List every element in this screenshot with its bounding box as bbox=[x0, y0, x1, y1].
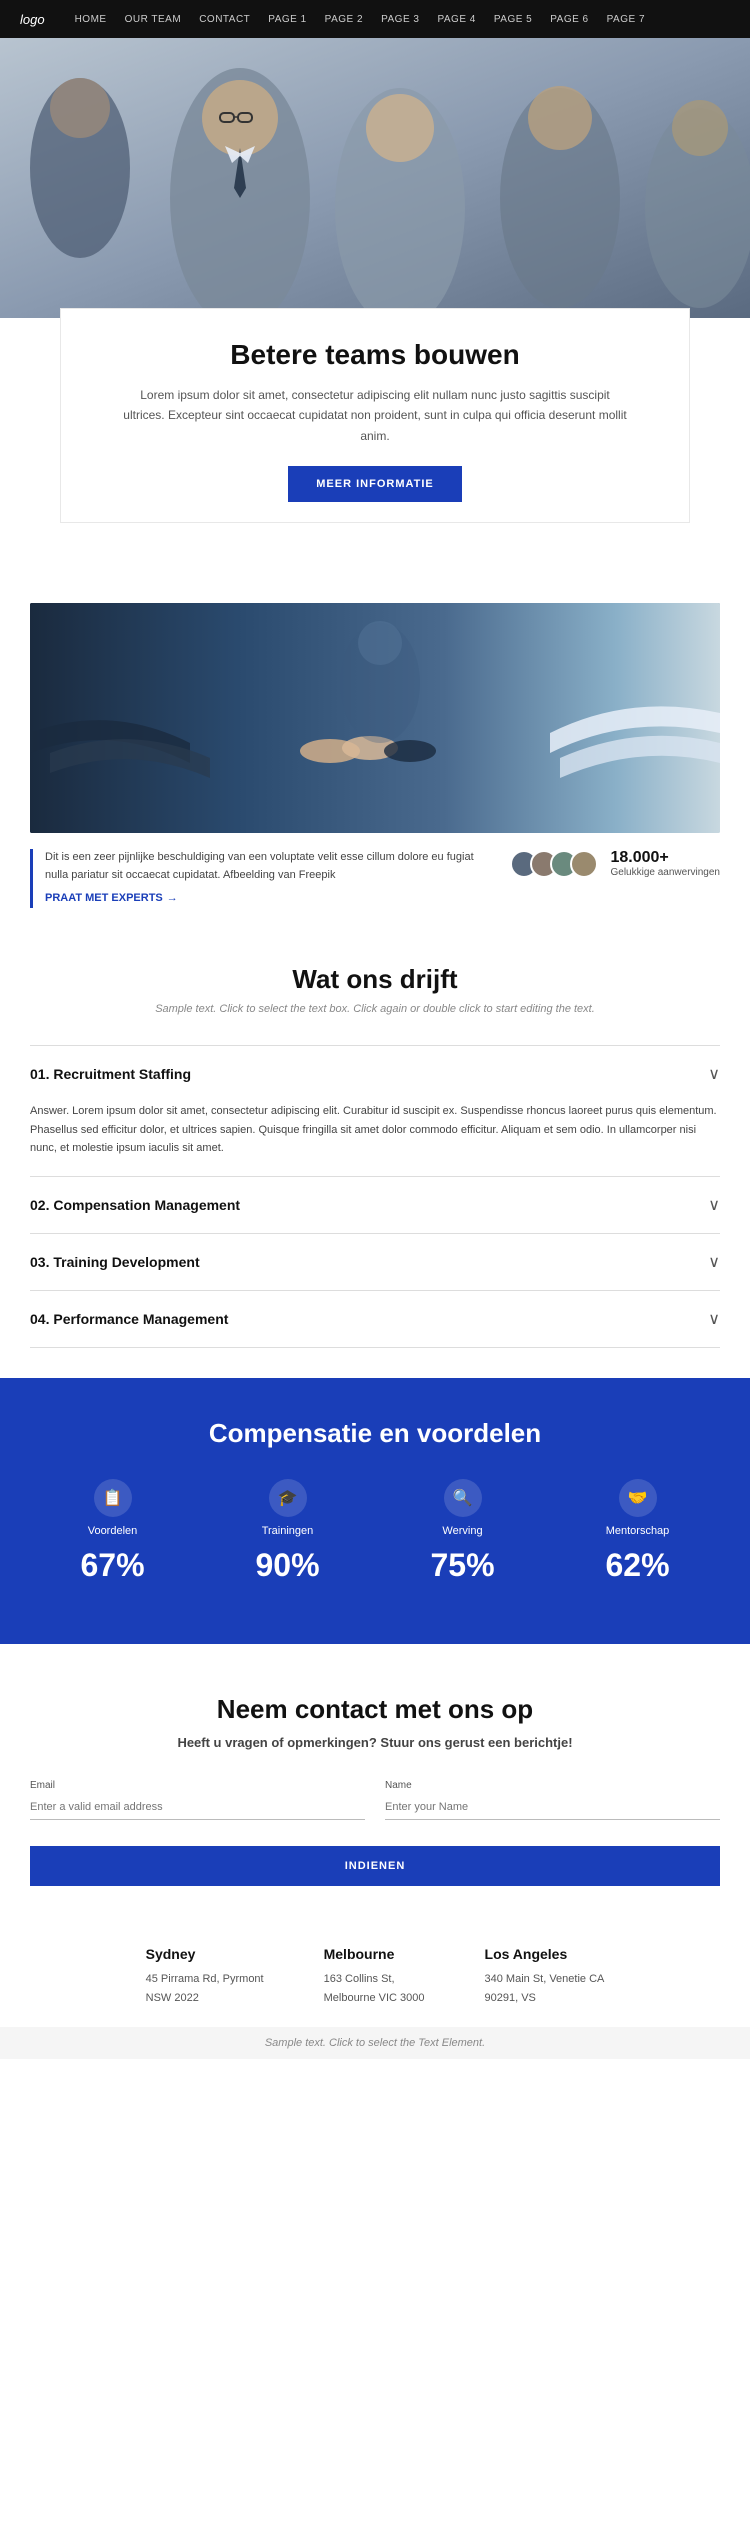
chevron-up-icon: ∨ bbox=[708, 1064, 720, 1084]
comp-icon-wrap-4: 🤝 bbox=[619, 1479, 657, 1517]
stats-row: Dit is een zeer pijnlijke beschuldiging … bbox=[0, 833, 750, 924]
comp-label-2: Trainingen bbox=[205, 1525, 370, 1537]
accordion-title-4: 04. Performance Management bbox=[30, 1311, 228, 1327]
accordion-item-1: 01. Recruitment Staffing ∨ Answer. Lorem… bbox=[30, 1045, 720, 1176]
team-image bbox=[30, 603, 720, 833]
office-city-melbourne: Melbourne bbox=[324, 1946, 425, 1962]
nav-page5[interactable]: PAGE 5 bbox=[494, 14, 532, 25]
contact-subtitle: Heeft u vragen of opmerkingen? Stuur ons… bbox=[30, 1735, 720, 1750]
meer-informatie-button[interactable]: MEER INFORMATIE bbox=[288, 466, 461, 502]
stats-right: 18.000+ Gelukkige aanwervingen bbox=[510, 849, 720, 878]
stats-text-block: Dit is een zeer pijnlijke beschuldiging … bbox=[30, 849, 490, 908]
nav-links: HOME OUR TEAM CONTACT PAGE 1 PAGE 2 PAGE… bbox=[75, 14, 645, 25]
comp-item-werving: 🔍 Werving 75% bbox=[380, 1479, 545, 1584]
nav-page1[interactable]: PAGE 1 bbox=[268, 14, 306, 25]
accordion-item-3: 03. Training Development ∨ bbox=[30, 1233, 720, 1290]
chevron-down-icon-3: ∨ bbox=[708, 1252, 720, 1272]
contact-title: Neem contact met ons op bbox=[30, 1694, 720, 1725]
accordion-item-2: 02. Compensation Management ∨ bbox=[30, 1176, 720, 1233]
section-drijft-title: Wat ons drijft bbox=[30, 964, 720, 995]
team-illustration bbox=[30, 603, 720, 833]
name-group: Name bbox=[385, 1780, 720, 1820]
accordion-title-2: 02. Compensation Management bbox=[30, 1197, 240, 1213]
footer-text: Sample text. Click to select the Text El… bbox=[265, 2037, 485, 2049]
stats-number: 18.000+ bbox=[610, 849, 720, 867]
nav-page6[interactable]: PAGE 6 bbox=[550, 14, 588, 25]
stats-description: Dit is een zeer pijnlijke beschuldiging … bbox=[45, 849, 490, 884]
comp-icon-wrap-1: 📋 bbox=[94, 1479, 132, 1517]
offices: Sydney 45 Pirrama Rd, Pyrmont NSW 2022 M… bbox=[0, 1916, 750, 2027]
section-drijft: Wat ons drijft Sample text. Click to sel… bbox=[0, 924, 750, 1045]
stats-label: Gelukkige aanwervingen bbox=[610, 867, 720, 878]
comp-section: Compensatie en voordelen 📋 Voordelen 67%… bbox=[0, 1378, 750, 1644]
name-field[interactable] bbox=[385, 1795, 720, 1820]
name-label: Name bbox=[385, 1780, 720, 1791]
nav-home[interactable]: HOME bbox=[75, 14, 107, 25]
contact-section: Neem contact met ons op Heeft u vragen o… bbox=[0, 1644, 750, 1916]
comp-percent-2: 90% bbox=[205, 1547, 370, 1584]
email-label: Email bbox=[30, 1780, 365, 1791]
email-group: Email bbox=[30, 1780, 365, 1820]
logo: logo bbox=[20, 12, 45, 27]
comp-icon-wrap-3: 🔍 bbox=[444, 1479, 482, 1517]
accordion-item-4: 04. Performance Management ∨ bbox=[30, 1290, 720, 1348]
form-row: Email Name bbox=[30, 1780, 720, 1820]
office-addr-la: 340 Main St, Venetie CA 90291, VS bbox=[485, 1970, 605, 2007]
comp-label-1: Voordelen bbox=[30, 1525, 195, 1537]
comp-icon-wrap-2: 🎓 bbox=[269, 1479, 307, 1517]
accordion-header-4[interactable]: 04. Performance Management ∨ bbox=[30, 1291, 720, 1347]
comp-title: Compensatie en voordelen bbox=[30, 1418, 720, 1449]
nav-contact[interactable]: CONTACT bbox=[199, 14, 250, 25]
office-addr-sydney: 45 Pirrama Rd, Pyrmont NSW 2022 bbox=[146, 1970, 264, 2007]
section-drijft-subtitle: Sample text. Click to select the text bo… bbox=[30, 1003, 720, 1015]
navigation: logo HOME OUR TEAM CONTACT PAGE 1 PAGE 2… bbox=[0, 0, 750, 38]
accordion-header-2[interactable]: 02. Compensation Management ∨ bbox=[30, 1177, 720, 1233]
accordion-header-1[interactable]: 01. Recruitment Staffing ∨ bbox=[30, 1046, 720, 1102]
comp-percent-3: 75% bbox=[380, 1547, 545, 1584]
hero-text-section: Betere teams bouwen Lorem ipsum dolor si… bbox=[60, 308, 690, 523]
arrow-icon: → bbox=[167, 890, 178, 908]
office-city-la: Los Angeles bbox=[485, 1946, 605, 1962]
office-melbourne: Melbourne 163 Collins St, Melbourne VIC … bbox=[324, 1946, 425, 2007]
submit-button[interactable]: INDIENEN bbox=[30, 1846, 720, 1886]
werving-icon: 🔍 bbox=[453, 1488, 473, 1508]
comp-item-voordelen: 📋 Voordelen 67% bbox=[30, 1479, 195, 1584]
nav-page2[interactable]: PAGE 2 bbox=[325, 14, 363, 25]
nav-page3[interactable]: PAGE 3 bbox=[381, 14, 419, 25]
nav-page7[interactable]: PAGE 7 bbox=[607, 14, 645, 25]
comp-label-3: Werving bbox=[380, 1525, 545, 1537]
comp-percent-1: 67% bbox=[30, 1547, 195, 1584]
hero-illustration bbox=[0, 38, 750, 318]
comp-grid: 📋 Voordelen 67% 🎓 Trainingen 90% 🔍 Wervi… bbox=[30, 1479, 720, 1584]
comp-label-4: Mentorschap bbox=[555, 1525, 720, 1537]
voordelen-icon: 📋 bbox=[103, 1488, 123, 1508]
hero-image bbox=[0, 38, 750, 318]
avatar-stack bbox=[510, 850, 598, 878]
chevron-down-icon: ∨ bbox=[708, 1195, 720, 1215]
avatar bbox=[570, 850, 598, 878]
accordion-header-3[interactable]: 03. Training Development ∨ bbox=[30, 1234, 720, 1290]
comp-item-mentorschap: 🤝 Mentorschap 62% bbox=[555, 1479, 720, 1584]
nav-our-team[interactable]: OUR TEAM bbox=[125, 14, 182, 25]
accordion-title-1: 01. Recruitment Staffing bbox=[30, 1066, 191, 1082]
email-field[interactable] bbox=[30, 1795, 365, 1820]
chevron-down-icon-4: ∨ bbox=[708, 1309, 720, 1329]
accordion-title-3: 03. Training Development bbox=[30, 1254, 200, 1270]
accordion: 01. Recruitment Staffing ∨ Answer. Lorem… bbox=[0, 1045, 750, 1348]
comp-item-trainingen: 🎓 Trainingen 90% bbox=[205, 1479, 370, 1584]
mentorschap-icon: 🤝 bbox=[628, 1488, 648, 1508]
office-addr-melbourne: 163 Collins St, Melbourne VIC 3000 bbox=[324, 1970, 425, 2007]
footer-bar: Sample text. Click to select the Text El… bbox=[0, 2027, 750, 2059]
office-city-sydney: Sydney bbox=[146, 1946, 264, 1962]
hero-description: Lorem ipsum dolor sit amet, consectetur … bbox=[121, 385, 629, 446]
accordion-content-1: Answer. Lorem ipsum dolor sit amet, cons… bbox=[30, 1102, 720, 1176]
praat-link[interactable]: PRAAT MET EXPERTS → bbox=[45, 890, 178, 908]
comp-percent-4: 62% bbox=[555, 1547, 720, 1584]
hero-title: Betere teams bouwen bbox=[121, 339, 629, 371]
office-sydney: Sydney 45 Pirrama Rd, Pyrmont NSW 2022 bbox=[146, 1946, 264, 2007]
stats-count-block: 18.000+ Gelukkige aanwervingen bbox=[610, 849, 720, 878]
trainingen-icon: 🎓 bbox=[278, 1488, 298, 1508]
nav-page4[interactable]: PAGE 4 bbox=[437, 14, 475, 25]
office-losangeles: Los Angeles 340 Main St, Venetie CA 9029… bbox=[485, 1946, 605, 2007]
